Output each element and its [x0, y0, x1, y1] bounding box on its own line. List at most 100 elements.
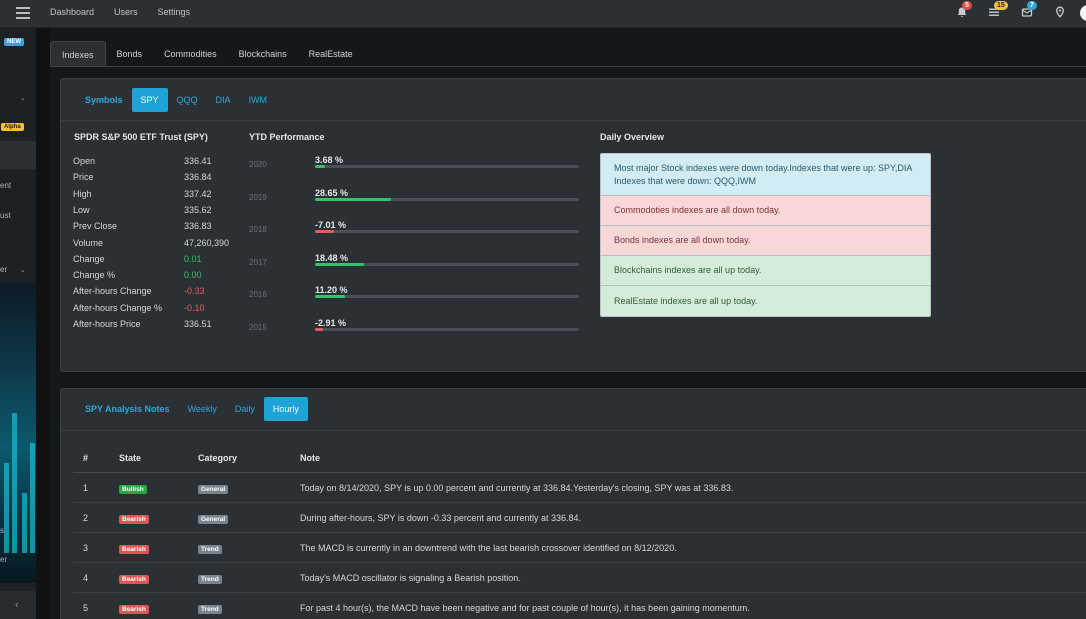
alpha-badge: Alpha	[1, 123, 24, 131]
overview-item: Bonds indexes are all down today.	[601, 226, 930, 256]
market-tabs: Indexes Bonds Commodities Blockchains Re…	[50, 41, 364, 67]
quote-row: After-hours Change % -0.10	[73, 303, 223, 317]
nav-settings[interactable]: Settings	[158, 7, 191, 17]
symbol-overview-card: Symbols SPY QQQ DIA IWM Co SPDR S&P 500 …	[60, 78, 1086, 372]
ytd-progress-fill	[315, 165, 325, 168]
mail-badge: 7	[1027, 1, 1037, 10]
tab-realestate[interactable]: RealEstate	[298, 41, 364, 67]
tab-commodities[interactable]: Commodities	[153, 41, 228, 67]
chevron-down-icon[interactable]: ⌄	[20, 94, 26, 102]
ytd-year: 2019	[249, 192, 267, 202]
table-header: # State Category Note	[73, 443, 1086, 473]
col-note: Note	[300, 453, 320, 463]
table-row: 3 Bearish Trend The MACD is currently in an…	[73, 533, 1086, 563]
quote-label: Price	[73, 172, 94, 183]
ytd-row: 2018 -7.01 %	[249, 220, 579, 250]
symbol-pill-spy[interactable]: SPY	[131, 88, 168, 112]
ytd-row: 2015 -2.91 %	[249, 318, 579, 348]
notes-tab-hourly[interactable]: Hourly	[263, 397, 308, 421]
ytd-progress-fill	[315, 197, 391, 201]
bell-icon[interactable]: 5	[956, 1, 972, 18]
quote-label: High	[73, 188, 92, 199]
row-number: 4	[83, 573, 89, 583]
symbol-pill-iwm[interactable]: IWM	[240, 88, 277, 112]
sidebar-background-image	[0, 283, 36, 583]
table-row: 4 Bearish Trend Today's MACD oscillator is …	[73, 563, 1086, 593]
quote-row: After-hours Price 336.51	[73, 319, 223, 333]
avatar[interactable]	[1080, 5, 1086, 21]
notes-tab-daily[interactable]: Daily	[226, 397, 264, 421]
ytd-percent: 11.20 %	[315, 285, 348, 295]
sidebar-divider	[36, 28, 50, 619]
category-badge: General	[198, 515, 229, 524]
quote-value: 336.41	[184, 156, 212, 166]
quote-row: Prev Close 336.83	[73, 221, 223, 235]
category-badge: Trend	[198, 545, 222, 554]
table-row: 1 Bullish General Today on 8/14/2020, SPY i…	[73, 473, 1086, 503]
ytd-progress-fill	[315, 230, 334, 233]
col-category: Category	[198, 453, 238, 463]
state-badge: Bearish	[119, 605, 149, 614]
location-pin-icon[interactable]	[1054, 6, 1066, 18]
list-icon[interactable]: 15	[988, 1, 1008, 18]
tab-blockchains[interactable]: Blockchains	[228, 41, 298, 67]
col-num: #	[83, 453, 89, 463]
note-text: During after-hours, SPY is down -0.33 pe…	[300, 513, 581, 523]
card-header: Symbols SPY QQQ DIA IWM Co	[61, 79, 1086, 121]
quote-label: Open	[73, 156, 96, 166]
state-badge: Bearish	[119, 545, 149, 554]
nav-dashboard[interactable]: Dashboard	[50, 7, 94, 17]
quote-label: Change %	[73, 270, 116, 281]
ytd-progress-track	[315, 295, 579, 298]
quote-label: Volume	[73, 237, 104, 248]
tab-indexes[interactable]: Indexes	[50, 41, 106, 67]
sidebar: NEW ⌄ Alpha ent ust er ⌄ s er ‹	[0, 28, 36, 619]
card-header: SPY Analysis Notes Weekly Daily Hourly C…	[61, 389, 1086, 431]
ytd-row: 2016 11.20 %	[249, 285, 579, 315]
notes-tab-weekly[interactable]: Weekly	[179, 397, 226, 421]
category-badge: Trend	[198, 605, 222, 614]
menu-icon[interactable]	[16, 7, 30, 19]
sidebar-active-item[interactable]	[0, 141, 36, 169]
quote-row: Open 336.41	[73, 156, 223, 170]
tabs-divider	[50, 66, 1086, 67]
quote-row: Low 335.62	[73, 205, 223, 219]
state-badge: Bearish	[119, 515, 149, 524]
notes-title: SPY Analysis Notes	[85, 404, 170, 414]
quote-value: -0.33	[184, 286, 205, 297]
symbol-pill-qqq[interactable]: QQQ	[168, 88, 207, 112]
sidebar-item-2[interactable]: ust	[0, 211, 11, 220]
new-badge: NEW	[4, 38, 24, 46]
quote-label: After-hours Price	[73, 319, 141, 329]
quote-label: After-hours Change	[73, 286, 152, 297]
quote-value: 337.42	[184, 188, 212, 199]
ytd-year: 2018	[249, 225, 267, 234]
chevron-left-icon[interactable]: ‹	[15, 599, 19, 611]
sidebar-item-1[interactable]: ent	[0, 181, 11, 190]
ytd-progress-track	[315, 165, 579, 168]
mail-icon[interactable]: 7	[1021, 1, 1037, 18]
state-badge: Bullish	[119, 485, 147, 494]
sidebar-item-4[interactable]: s	[0, 526, 4, 535]
overview-item: RealEstate indexes are all up today.	[601, 286, 930, 316]
nav-users[interactable]: Users	[114, 7, 138, 17]
tab-bonds[interactable]: Bonds	[106, 41, 154, 67]
sidebar-item-3[interactable]: er	[0, 265, 7, 274]
category-badge: Trend	[198, 575, 222, 584]
chevron-down-icon[interactable]: ⌄	[20, 266, 26, 274]
ytd-percent: -7.01 %	[315, 220, 347, 230]
ytd-progress-track	[315, 262, 579, 266]
quote-label: Prev Close	[73, 221, 118, 232]
table-row: 2 Bearish General During after-hours, SPY i…	[73, 503, 1086, 533]
symbols-label: Symbols	[85, 95, 123, 105]
row-number: 3	[83, 543, 89, 553]
quote-label: After-hours Change %	[73, 302, 163, 313]
ytd-year: 2017	[249, 257, 267, 267]
sidebar-item-5[interactable]: er	[0, 555, 7, 564]
symbol-pill-dia[interactable]: DIA	[207, 88, 240, 112]
ytd-progress-fill	[315, 327, 323, 331]
note-text: Today on 8/14/2020, SPY is up 0.00 perce…	[300, 483, 734, 493]
sidebar-collapse-button[interactable]: ‹	[0, 591, 36, 619]
analysis-notes-card: SPY Analysis Notes Weekly Daily Hourly C…	[60, 388, 1086, 619]
symbol-pills: Symbols SPY QQQ DIA IWM	[76, 88, 276, 112]
